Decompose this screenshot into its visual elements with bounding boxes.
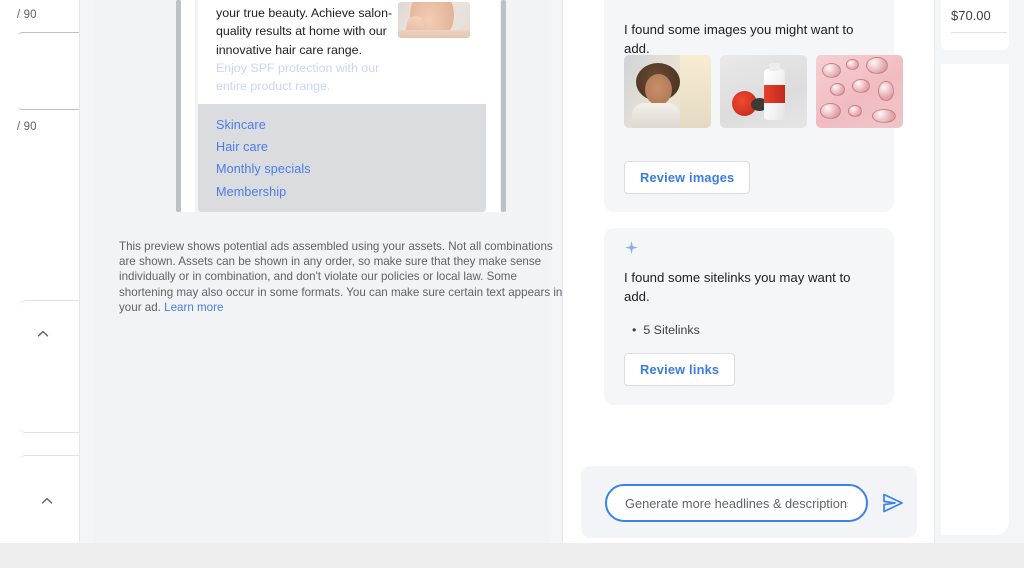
summary-amount-card: $70.00 (941, 0, 1009, 50)
ad-sitelinks-list: Skincare Hair care Monthly specials Memb… (216, 114, 466, 203)
ad-description-block: your true beauty. Achieve salon-quality … (216, 4, 394, 96)
chevron-up-icon[interactable] (34, 325, 52, 343)
summary-amount: $70.00 (951, 8, 991, 23)
ai-assistant-panel: I found some images you might want to ad… (563, 0, 935, 543)
woman-portrait-thumbnail[interactable] (624, 55, 711, 128)
pink-droplets-thumbnail[interactable] (816, 55, 903, 128)
ad-sitelink[interactable]: Monthly specials (216, 158, 466, 180)
images-suggestion-card: I found some images you might want to ad… (604, 0, 903, 212)
send-button[interactable] (880, 491, 906, 515)
sitelinks-suggestion-card: I found some sitelinks you may want to a… (604, 228, 894, 405)
summary-body-card (941, 64, 1009, 535)
chevron-up-icon[interactable] (38, 492, 56, 510)
send-icon (883, 493, 903, 513)
suggested-images-row (624, 55, 903, 128)
character-counter-bottom: / 90 (17, 121, 37, 133)
carousel-rail-right[interactable] (501, 0, 506, 212)
character-counter-top: / 90 (17, 9, 37, 21)
model-shoulder (398, 30, 470, 38)
carousel-rail-left[interactable] (176, 0, 181, 212)
ai-sparkle-icon (624, 240, 639, 255)
summary-divider (951, 32, 1007, 33)
summary-column: $70.00 (935, 0, 1024, 543)
assistant-composer (581, 466, 917, 538)
product-bottle-thumbnail[interactable] (720, 55, 807, 128)
review-links-button[interactable]: Review links (624, 353, 736, 386)
ad-preview-surface: your true beauty. Achieve salon-quality … (93, 0, 562, 543)
ad-preview-column: your true beauty. Achieve salon-quality … (80, 0, 563, 543)
sitelinks-count: 5 Sitelinks (643, 323, 700, 337)
carousel-gap-right (486, 0, 500, 212)
assistant-prompt-input[interactable] (605, 484, 868, 522)
learn-more-link[interactable]: Learn more (164, 301, 223, 314)
images-suggestion-message: I found some images you might want to ad… (624, 22, 854, 56)
asset-form-column: / 90 / 90 (0, 0, 80, 543)
carousel-gap-left (181, 0, 195, 212)
sitelinks-suggestion-message: I found some sitelinks you may want to a… (624, 270, 851, 304)
ad-description-faded: Enjoy SPF protection with our entire pro… (216, 61, 380, 94)
preview-disclaimer: This preview shows potential ads assembl… (119, 239, 567, 315)
ad-sitelink[interactable]: Skincare (216, 114, 466, 136)
ad-preview-image (398, 2, 470, 38)
ad-sitelink[interactable]: Membership (216, 181, 466, 203)
app-root: / 90 / 90 your true beauty. Achieve salo… (0, 0, 1024, 568)
bullet-icon: • (632, 323, 637, 337)
collapsible-section-1[interactable] (18, 300, 80, 433)
bottom-strip (0, 543, 1024, 568)
review-images-button[interactable]: Review images (624, 161, 751, 194)
sitelinks-count-row: • 5 Sitelinks (632, 323, 700, 337)
ad-preview-card: your true beauty. Achieve salon-quality … (198, 0, 486, 212)
ad-sitelink[interactable]: Hair care (216, 136, 466, 158)
asset-text-field[interactable] (18, 32, 80, 110)
ad-description: your true beauty. Achieve salon-quality … (216, 6, 393, 57)
